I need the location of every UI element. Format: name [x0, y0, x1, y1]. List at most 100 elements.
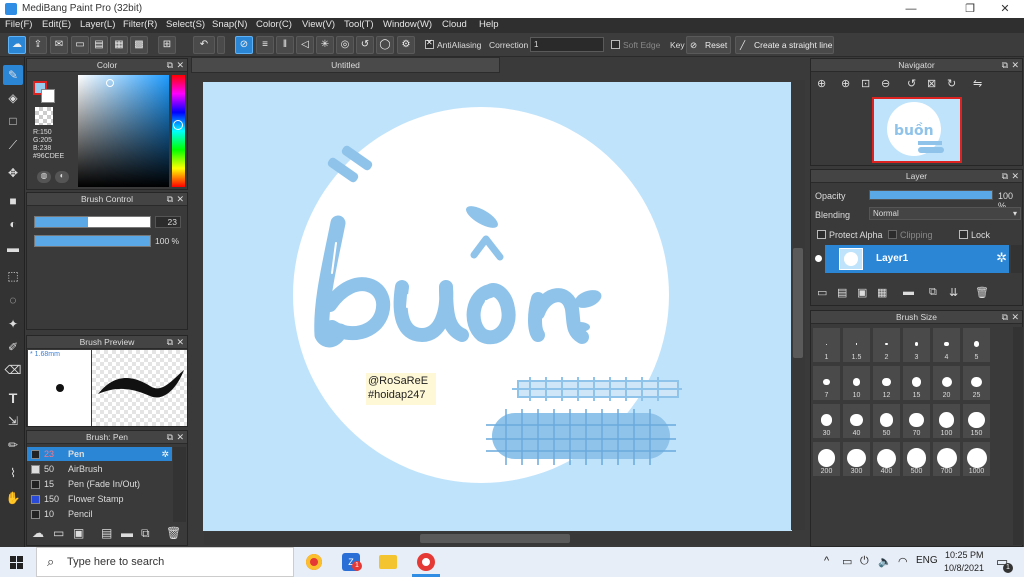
language-indicator[interactable]: ENG: [916, 555, 938, 566]
brush-size-scrollbar[interactable]: [1013, 327, 1023, 545]
color-history-icon[interactable]: ◐: [55, 171, 69, 183]
document-icon[interactable]: ▤: [90, 36, 108, 54]
divide-tool-icon[interactable]: ✏: [3, 435, 23, 455]
saturation-value-picker[interactable]: [78, 75, 169, 187]
brush-list-item[interactable]: 15 Pen (Fade In/Out): [27, 477, 172, 491]
file-explorer-icon[interactable]: [379, 555, 397, 569]
layer-list-scrollbar[interactable]: [1011, 245, 1022, 273]
rotate-right-icon[interactable]: ↻: [947, 77, 956, 90]
select-pen-tool-icon[interactable]: ✐: [3, 337, 23, 357]
close-icon[interactable]: ✕: [1011, 170, 1019, 183]
minimize-button[interactable]: —: [888, 0, 934, 18]
reset-button[interactable]: ⊘ Reset: [686, 36, 731, 54]
new-file-icon[interactable]: ▭: [71, 36, 89, 54]
brush-properties-icon[interactable]: ▤: [101, 526, 112, 540]
popout-icon[interactable]: ⧉: [1002, 170, 1008, 183]
brush-size-preset[interactable]: 300: [842, 441, 871, 477]
share-icon[interactable]: ⇪: [29, 36, 47, 54]
brush-size-preset[interactable]: 10: [842, 365, 871, 401]
add-brush-icon[interactable]: ▭: [53, 526, 64, 540]
brush-folder-icon[interactable]: ▬: [121, 526, 133, 540]
clock-date[interactable]: 10/8/2021: [944, 563, 984, 573]
fit-canvas-icon[interactable]: ⊠: [927, 77, 936, 90]
hand-tool-icon[interactable]: ✋: [3, 488, 23, 508]
zoom-in-icon[interactable]: ⊕: [841, 77, 850, 90]
canvas-vertical-scrollbar[interactable]: [791, 80, 805, 530]
gradient-tool-icon[interactable]: ▬: [3, 238, 23, 258]
close-icon[interactable]: ✕: [176, 431, 184, 444]
add-layer-menu-icon[interactable]: ▦: [877, 286, 887, 299]
snap-parallel-icon[interactable]: ≡: [256, 36, 274, 54]
operation-tool-icon[interactable]: ⇲: [3, 411, 23, 431]
brush-size-preset[interactable]: 15: [902, 365, 931, 401]
menu-layer[interactable]: Layer(L): [80, 19, 115, 30]
brush-size-preset[interactable]: 70: [902, 403, 931, 439]
brush-size-preset[interactable]: 2: [872, 327, 901, 363]
soft-edge-checkbox[interactable]: [611, 40, 620, 49]
select-eraser-tool-icon[interactable]: ⌫: [3, 360, 23, 380]
zoom-fit-icon[interactable]: ⊕: [817, 77, 826, 90]
comment-icon[interactable]: ✉: [50, 36, 68, 54]
brush-size-preset[interactable]: 25: [962, 365, 991, 401]
palette-icon[interactable]: ◍: [37, 171, 51, 183]
line-tool-icon[interactable]: ⟋: [3, 135, 23, 155]
flip-icon[interactable]: ⇋: [973, 77, 982, 90]
menu-select[interactable]: Select(S): [166, 19, 205, 30]
eraser-tool-icon[interactable]: ◈: [3, 88, 23, 108]
windows-start-icon[interactable]: [10, 556, 23, 569]
cloud-brush-icon[interactable]: ☁: [32, 526, 44, 540]
snap-settings-icon[interactable]: ⚙: [397, 36, 415, 54]
cloud-icon[interactable]: ☁: [8, 36, 26, 54]
brush-settings-icon[interactable]: ✲: [161, 447, 169, 461]
volume-icon[interactable]: 🔈: [878, 555, 892, 568]
correction-select[interactable]: 1: [530, 37, 604, 52]
background-color-swatch[interactable]: [41, 89, 55, 103]
wifi-icon[interactable]: ◠: [898, 555, 908, 568]
close-icon[interactable]: ✕: [1011, 311, 1019, 324]
brush-menu-icon[interactable]: ▣: [73, 526, 84, 540]
fill-rect-tool-icon[interactable]: ■: [3, 191, 23, 211]
brush-size-preset[interactable]: 5: [962, 327, 991, 363]
hue-cursor[interactable]: [173, 120, 183, 130]
brush-size-value[interactable]: 23: [155, 216, 181, 228]
brush-size-preset[interactable]: 500: [902, 441, 931, 477]
undo-icon[interactable]: ↶: [193, 36, 215, 54]
layer-settings-icon[interactable]: ✲: [996, 250, 1007, 266]
brush-size-preset[interactable]: 200: [812, 441, 841, 477]
document-tab[interactable]: Untitled: [191, 57, 500, 73]
grid-off-icon[interactable]: ⊞: [158, 36, 176, 54]
brush-list-item[interactable]: 23 Pen ✲: [27, 447, 172, 461]
brush-size-preset[interactable]: 1000: [962, 441, 991, 477]
zoom-out-icon[interactable]: ⊖: [881, 77, 890, 90]
blending-select[interactable]: Normal ▾: [869, 207, 1021, 220]
popout-icon[interactable]: ⧉: [1002, 311, 1008, 324]
sv-cursor[interactable]: [106, 79, 114, 87]
layer-row[interactable]: Layer1 ✲: [825, 245, 1009, 273]
duplicate-brush-icon[interactable]: ⧉: [141, 526, 150, 541]
dot-tool-icon[interactable]: □: [3, 111, 23, 131]
brush-size-preset[interactable]: 7: [812, 365, 841, 401]
new-8bit-layer-icon[interactable]: ▣: [857, 286, 867, 299]
brush-size-preset[interactable]: 30: [812, 403, 841, 439]
antialiasing-checkbox[interactable]: [425, 38, 434, 49]
straight-line-button[interactable]: ╱ Create a straight line: [735, 36, 834, 54]
popout-icon[interactable]: ⧉: [1002, 59, 1008, 72]
medibang-icon[interactable]: [417, 553, 435, 571]
move-tool-icon[interactable]: ✥: [3, 163, 23, 183]
brush-size-preset[interactable]: 700: [932, 441, 961, 477]
brush-size-preset[interactable]: 3: [902, 327, 931, 363]
brush-tool-icon[interactable]: ✎: [3, 65, 23, 85]
hue-slider[interactable]: [172, 75, 185, 187]
popout-icon[interactable]: ⧉: [167, 431, 173, 444]
brush-size-slider[interactable]: [34, 216, 151, 228]
text-tool-icon[interactable]: T: [3, 388, 23, 408]
grid-snap-icon[interactable]: ▩: [130, 36, 148, 54]
brush-size-preset[interactable]: 12: [872, 365, 901, 401]
chrome-icon[interactable]: [306, 554, 322, 570]
snap-curve-icon[interactable]: ↺: [356, 36, 374, 54]
menu-help[interactable]: Help: [479, 19, 499, 30]
brush-list-scrollbar[interactable]: [173, 447, 186, 522]
network-icon[interactable]: ▭: [842, 555, 852, 568]
menu-edit[interactable]: Edit(E): [42, 19, 71, 30]
new-folder-icon[interactable]: ▬: [903, 286, 914, 298]
